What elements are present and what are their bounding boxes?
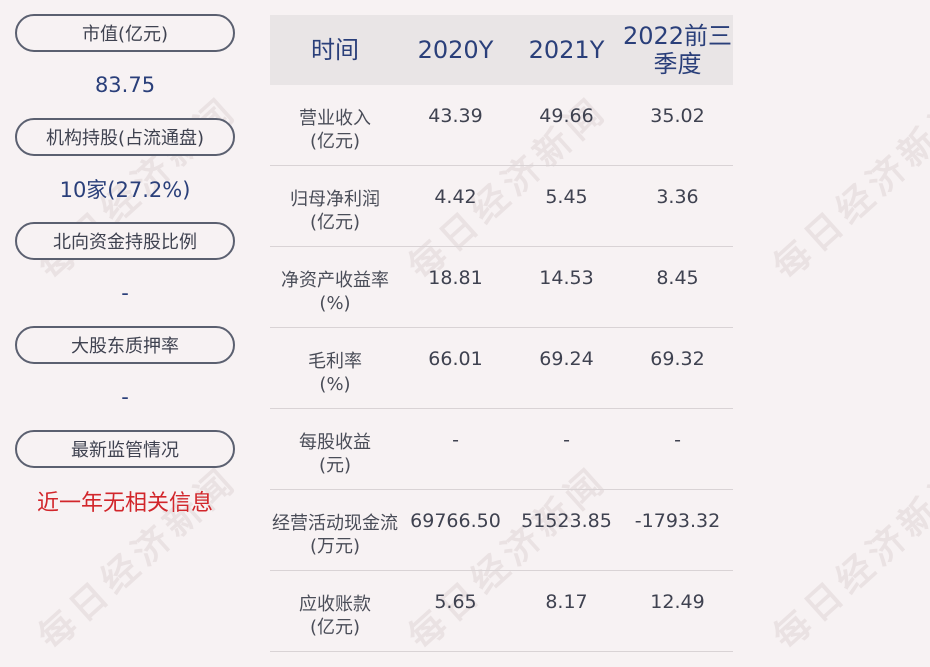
cell-value: 5.65 — [434, 591, 477, 613]
cell-value: 66.01 — [428, 348, 483, 370]
table-row: 经营活动现金流 (万元) 69766.50 51523.85 -1793.32 — [270, 490, 733, 571]
cell-value: 35.02 — [650, 105, 705, 127]
cell-value: 49.66 — [539, 105, 594, 127]
cell-value: - — [452, 429, 459, 451]
cell-value: 69.24 — [539, 348, 594, 370]
row-label: 营业收入 (亿元) — [299, 108, 371, 152]
table-row: 应收账款 (亿元) 5.65 8.17 12.49 — [270, 571, 733, 652]
row-label: 应收账款 (亿元) — [299, 594, 371, 638]
watermark: 每日经济新闻 — [765, 459, 930, 659]
cell-value: 4.42 — [434, 186, 477, 208]
header-2020: 2020Y — [417, 36, 494, 64]
watermark: 每日经济新闻 — [765, 89, 930, 289]
market-cap-label: 市值(亿元) — [15, 14, 235, 52]
cell-value: 3.36 — [656, 186, 699, 208]
cell-value: - — [674, 429, 681, 451]
cell-value: 43.39 — [428, 105, 483, 127]
regulatory-status-label: 最新监管情况 — [15, 430, 235, 468]
row-label: 净资产收益率 (%) — [281, 270, 389, 314]
northbound-holding-label: 北向资金持股比例 — [15, 222, 235, 260]
table-row: 净资产收益率 (%) 18.81 14.53 8.45 — [270, 247, 733, 328]
header-period: 时间 — [311, 36, 359, 64]
financial-table: 时间 2020Y 2021Y 2022前三季度 营业收入 (亿元) 43.39 4… — [270, 15, 733, 652]
row-label: 每股收益 (元) — [299, 432, 371, 476]
pledge-rate-label: 大股东质押率 — [15, 326, 235, 364]
cell-value: 18.81 — [428, 267, 483, 289]
regulatory-status-value: 近一年无相关信息 — [36, 491, 213, 516]
table-row: 营业收入 (亿元) 43.39 49.66 35.02 — [270, 85, 733, 166]
cell-value: 51523.85 — [521, 510, 612, 532]
cell-value: 8.17 — [545, 591, 588, 613]
table-row: 每股收益 (元) - - - — [270, 409, 733, 490]
cell-value: 69766.50 — [410, 510, 501, 532]
cell-value: 14.53 — [539, 267, 594, 289]
cell-value: 5.45 — [545, 186, 588, 208]
institution-holding-label: 机构持股(占流通盘) — [15, 118, 235, 156]
header-2021: 2021Y — [528, 36, 605, 64]
row-label: 归母净利润 (亿元) — [290, 189, 380, 233]
table-row: 归母净利润 (亿元) 4.42 5.45 3.36 — [270, 166, 733, 247]
cell-value: -1793.32 — [634, 510, 721, 532]
summary-panel: 市值(亿元) 83.75 机构持股(占流通盘) 10家(27.2%) 北向资金持… — [15, 14, 235, 534]
header-2022-q3: 2022前三季度 — [622, 22, 733, 78]
table-row: 毛利率 (%) 66.01 69.24 69.32 — [270, 328, 733, 409]
cell-value: 12.49 — [650, 591, 705, 613]
institution-holding-value: 10家(27.2%) — [59, 178, 191, 202]
row-label: 经营活动现金流 (万元) — [272, 513, 398, 557]
cell-value: 8.45 — [656, 267, 699, 289]
table-header: 时间 2020Y 2021Y 2022前三季度 — [270, 15, 733, 85]
pledge-rate-value: - — [121, 385, 129, 409]
cell-value: 69.32 — [650, 348, 705, 370]
market-cap-value: 83.75 — [94, 73, 156, 97]
row-label: 毛利率 (%) — [308, 351, 362, 395]
northbound-holding-value: - — [121, 281, 129, 305]
cell-value: - — [563, 429, 570, 451]
